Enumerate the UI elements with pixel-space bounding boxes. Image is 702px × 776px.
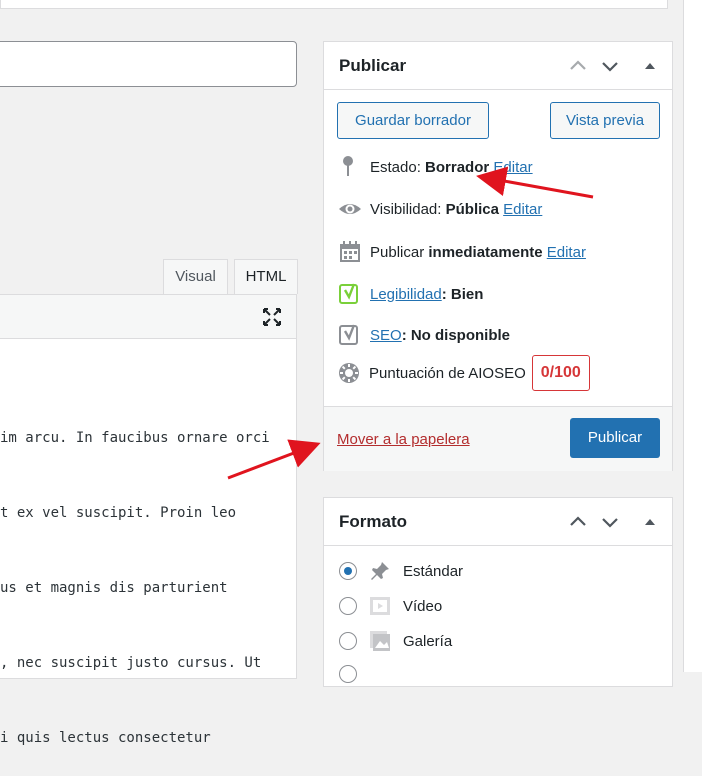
pushpin-icon <box>371 562 389 580</box>
calendar-icon <box>340 241 360 262</box>
save-draft-button[interactable]: Guardar borrador <box>337 102 489 139</box>
right-scroll-strip[interactable] <box>683 0 702 672</box>
gear-icon <box>339 363 359 383</box>
chevron-down-icon[interactable] <box>600 512 620 532</box>
code-line: i quis lectus consectetur <box>0 730 211 746</box>
radio-video[interactable] <box>339 597 357 615</box>
format-option-gallery[interactable]: Galería <box>339 630 452 652</box>
format-panel-header: Formato <box>324 498 672 546</box>
seo-link[interactable]: SEO <box>370 327 402 344</box>
tab-visual[interactable]: Visual <box>163 259 228 294</box>
code-line: im arcu. In faucibus ornare orci <box>0 430 270 446</box>
radio-gallery[interactable] <box>339 632 357 650</box>
edit-status-link[interactable]: Editar <box>493 159 532 176</box>
triangle-toggle-icon[interactable] <box>640 56 660 76</box>
seo-value: : No disponible <box>401 326 511 344</box>
triangle-toggle-icon[interactable] <box>640 512 660 532</box>
publish-panel: Publicar Guardar borrador Vista previa E… <box>323 41 673 471</box>
readability-row: Legibilidad: Bien <box>338 282 483 306</box>
publish-button[interactable]: Publicar <box>570 418 660 458</box>
editor-content[interactable]: im arcu. In faucibus ornare orci t ex ve… <box>0 376 290 776</box>
seo-row: SEO: No disponible <box>338 323 510 347</box>
publish-panel-header: Publicar <box>324 42 672 90</box>
panel-title: Formato <box>339 512 407 531</box>
readability-link[interactable]: Legibilidad <box>370 286 442 303</box>
format-panel: Formato Estándar Vídeo Galería <box>323 497 673 687</box>
format-label: Galería <box>403 632 453 650</box>
fullscreen-icon[interactable] <box>262 307 282 327</box>
chevron-up-icon[interactable] <box>568 512 588 532</box>
status-label: Estado: <box>370 158 421 176</box>
visibility-row: Visibilidad: Pública Editar <box>338 197 542 221</box>
editor-toolbar <box>0 294 297 339</box>
visibility-value: Pública <box>445 200 499 218</box>
tab-html[interactable]: HTML <box>234 259 298 294</box>
visibility-label: Visibilidad: <box>370 200 442 218</box>
radio-partial[interactable] <box>339 665 357 683</box>
pin-icon <box>343 156 353 176</box>
format-option-video[interactable]: Vídeo <box>339 595 442 617</box>
format-label: Vídeo <box>403 597 443 615</box>
gallery-icon <box>370 631 390 651</box>
schedule-label: Publicar <box>370 243 425 261</box>
format-option-standard[interactable]: Estándar <box>339 560 463 582</box>
status-row: Estado: Borrador Editar <box>338 155 533 179</box>
chevron-up-icon[interactable] <box>568 56 588 76</box>
post-title-input[interactable] <box>0 41 297 87</box>
yoast-icon <box>339 283 358 304</box>
schedule-row: Publicar inmediatamente Editar <box>338 240 586 264</box>
edit-visibility-link[interactable]: Editar <box>503 201 542 218</box>
readability-value: : Bien <box>441 285 484 303</box>
yoast-icon <box>339 324 358 345</box>
aioseo-row: Puntuación de AIOSEO 0/100 <box>337 355 590 391</box>
code-line: us et magnis dis parturient <box>0 580 228 596</box>
code-line: , nec suscipit justo cursus. Ut <box>0 655 262 671</box>
aioseo-score-badge[interactable]: 0/100 <box>531 355 590 391</box>
panel-title: Publicar <box>339 56 407 75</box>
top-panel-edge <box>0 0 668 9</box>
chevron-down-icon[interactable] <box>600 56 620 76</box>
move-to-trash-link[interactable]: Mover a la papelera <box>337 431 470 448</box>
publish-panel-footer: Mover a la papelera Publicar <box>324 406 672 471</box>
format-option-partial[interactable] <box>339 665 369 683</box>
aioseo-label: Puntuación de AIOSEO <box>369 364 526 382</box>
radio-standard[interactable] <box>339 562 357 580</box>
code-line: t ex vel suscipit. Proin leo <box>0 505 237 521</box>
schedule-value: inmediatamente <box>428 243 543 261</box>
preview-button[interactable]: Vista previa <box>550 102 660 139</box>
format-label: Estándar <box>403 562 464 580</box>
status-value: Borrador <box>425 158 490 176</box>
edit-schedule-link[interactable]: Editar <box>547 244 586 261</box>
eye-icon <box>339 204 361 214</box>
video-icon <box>370 597 390 615</box>
